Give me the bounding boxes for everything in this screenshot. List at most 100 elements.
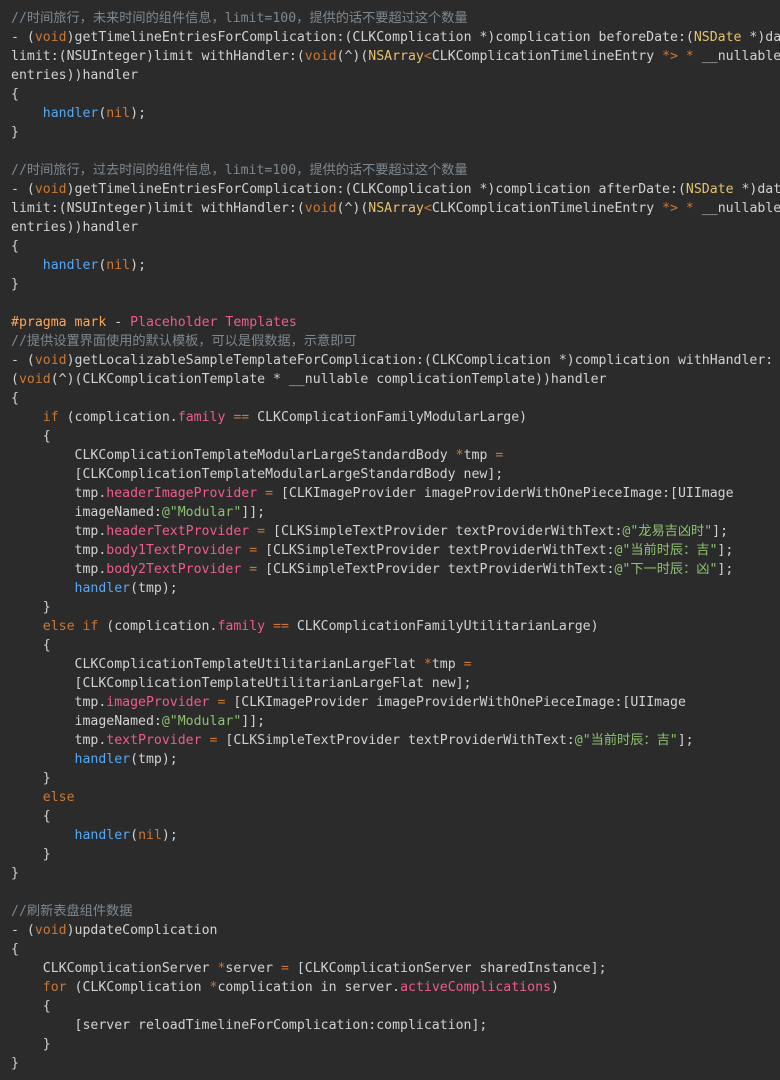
code-property: headerImageProvider <box>106 486 258 501</box>
code-line: entries))handler <box>11 218 780 237</box>
code-keyword: == <box>273 619 289 634</box>
code-text: limit:(NSUInteger)limit withHandler:( <box>11 49 305 64</box>
code-line: handler(nil); <box>11 104 780 123</box>
code-property: body1TextProvider <box>106 543 242 558</box>
code-text: [CLKComplicationTemplateUtilitarianLarge… <box>11 676 472 691</box>
code-text: - ( <box>11 353 35 368</box>
code-text: tmp. <box>11 524 107 539</box>
code-text: { <box>11 429 51 444</box>
code-text: } <box>11 771 51 786</box>
code-text: { <box>11 239 19 254</box>
code-line: handler(nil); <box>11 826 780 845</box>
code-text: tmp <box>431 657 464 672</box>
code-property: body2TextProvider <box>106 562 242 577</box>
code-keyword: = <box>280 961 289 976</box>
code-line: CLKComplicationServer *server = [CLKComp… <box>11 959 780 978</box>
code-text: tmp <box>463 448 496 463</box>
code-keyword: void <box>34 353 67 368</box>
code-line: CLKComplicationTemplateUtilitarianLargeF… <box>11 655 780 674</box>
code-line: } <box>11 123 780 142</box>
code-keyword: * <box>685 201 694 216</box>
code-text: )getLocalizableSampleTemplateForComplica… <box>66 353 774 368</box>
code-text: [CLKComplicationServer sharedInstance]; <box>288 961 607 976</box>
code-keyword: = <box>257 524 266 539</box>
code-line: tmp.imageProvider = [CLKImageProvider im… <box>11 693 780 712</box>
code-text: (tmp); <box>130 752 178 767</box>
code-text: )getTimelineEntriesForComplication:(CLKC… <box>66 30 694 45</box>
code-text: limit:(NSUInteger)limit withHandler:( <box>11 201 305 216</box>
code-text: (^)( <box>336 49 369 64</box>
code-editor[interactable]: //时间旅行，未来时间的组件信息，limit=100，提供的话不要超过这个数量 -… <box>0 0 780 1080</box>
code-text: ]; <box>717 562 734 577</box>
code-text: } <box>11 600 51 615</box>
code-text: CLKComplicationTimelineEntry <box>431 49 663 64</box>
code-keyword: nil <box>106 258 131 273</box>
code-keyword: *> <box>662 201 678 216</box>
code-line: #pragma mark - Placeholder Templates <box>11 313 780 332</box>
code-pragma: #pragma mark <box>11 315 107 330</box>
code-text: )updateComplication <box>66 923 218 938</box>
code-text: ( <box>130 828 139 843</box>
code-text: server <box>225 961 281 976</box>
code-line: { <box>11 427 780 446</box>
code-line: [server reloadTimelineForComplication:co… <box>11 1016 780 1035</box>
code-text: ); <box>130 106 147 121</box>
code-text: tmp. <box>11 543 107 558</box>
code-comment: //时间旅行，过去时间的组件信息，limit=100，提供的话不要超过这个数量 <box>11 163 468 178</box>
code-property: headerTextProvider <box>106 524 250 539</box>
code-line: [CLKComplicationTemplateModularLargeStan… <box>11 465 780 484</box>
code-line: - (void)getTimelineEntriesForComplicatio… <box>11 180 780 199</box>
code-text: CLKComplicationServer <box>11 961 218 976</box>
code-function: handler <box>74 581 131 596</box>
code-line: //时间旅行，过去时间的组件信息，limit=100，提供的话不要超过这个数量 <box>11 161 780 180</box>
code-text: ]; <box>717 543 734 558</box>
code-text: ]; <box>677 733 694 748</box>
code-line: entries))handler <box>11 66 780 85</box>
code-type: NSArray <box>368 49 424 64</box>
code-text: [CLKImageProvider imageProviderWithOnePi… <box>273 486 734 501</box>
code-keyword: = <box>463 657 472 672</box>
code-keyword: void <box>34 923 67 938</box>
code-text: CLKComplicationFamilyUtilitarianLarge) <box>288 619 599 634</box>
code-keyword: = <box>249 562 258 577</box>
code-line: { <box>11 807 780 826</box>
code-text: { <box>11 638 51 653</box>
code-line: { <box>11 237 780 256</box>
code-keyword: void <box>34 182 67 197</box>
code-line: limit:(NSUInteger)limit withHandler:(voi… <box>11 47 780 66</box>
code-text: tmp. <box>11 695 107 710</box>
code-line: if (complication.family == CLKComplicati… <box>11 408 780 427</box>
code-line: //刷新表盘组件数据 <box>11 902 780 921</box>
code-text: complication in server. <box>217 980 401 995</box>
code-string: @"龙易吉凶时" <box>622 524 713 539</box>
code-type: NSDate <box>685 182 734 197</box>
code-text: ]]; <box>241 714 266 729</box>
code-property: imageProvider <box>106 695 210 710</box>
code-text: } <box>11 277 19 292</box>
code-text: entries))handler <box>11 68 139 83</box>
code-line: imageNamed:@"Modular"]]; <box>11 503 780 522</box>
code-property: Placeholder Templates <box>130 315 297 330</box>
code-keyword: == <box>233 410 250 425</box>
code-text: [CLKComplicationTemplateModularLargeStan… <box>11 467 504 482</box>
code-text: tmp. <box>11 562 107 577</box>
code-text: { <box>11 809 51 824</box>
code-text: CLKComplicationFamilyModularLarge) <box>249 410 528 425</box>
code-text: __nullable <box>693 49 780 64</box>
code-text: { <box>11 999 51 1014</box>
code-text: - ( <box>11 923 35 938</box>
code-text: { <box>11 391 19 406</box>
code-line: tmp.body2TextProvider = [CLKSimpleTextPr… <box>11 560 780 579</box>
code-comment: //时间旅行，未来时间的组件信息，limit=100，提供的话不要超过这个数量 <box>11 11 468 26</box>
code-text: ); <box>161 828 178 843</box>
